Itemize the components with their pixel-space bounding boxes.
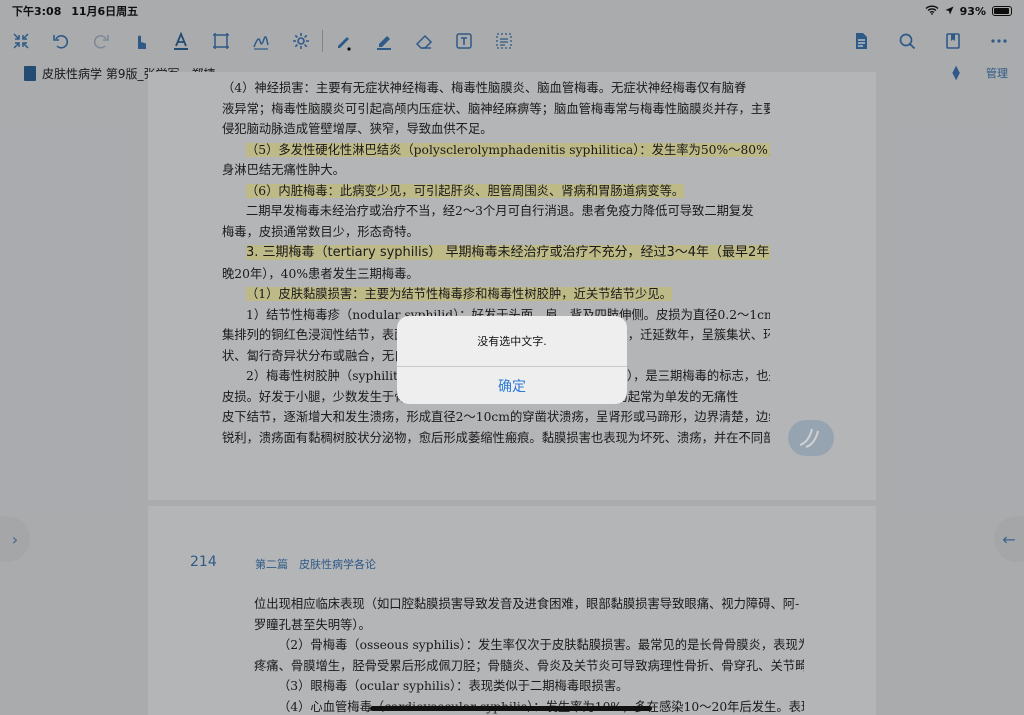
alert-dialog: 没有选中文字. 确定 bbox=[397, 316, 627, 404]
alert-message: 没有选中文字. bbox=[477, 335, 547, 348]
confirm-button[interactable]: 确定 bbox=[397, 366, 627, 404]
home-indicator[interactable] bbox=[370, 706, 652, 711]
